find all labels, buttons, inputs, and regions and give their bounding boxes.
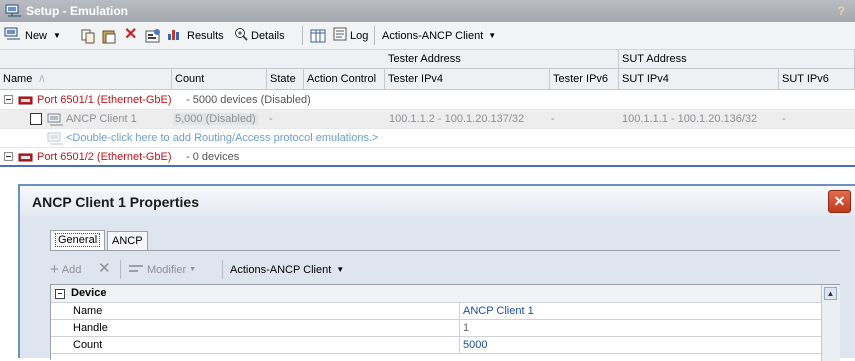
device-state: -	[269, 113, 273, 125]
details-button[interactable]: Details	[234, 27, 285, 44]
column-header-count[interactable]: Count	[172, 69, 267, 90]
property-value: 1	[463, 322, 470, 334]
add-emulation-hint[interactable]: <Double-click here to add Routing/Access…	[66, 132, 378, 144]
tab-general[interactable]: General	[50, 230, 106, 250]
column-header-tester-ipv4[interactable]: Tester IPv4	[385, 69, 550, 90]
delete-icon[interactable]: ✕	[98, 259, 111, 277]
tab-ancp[interactable]: ANCP	[107, 231, 148, 251]
property-value[interactable]: ANCP Client 1	[463, 305, 534, 317]
dialog-title-bar: ANCP Client 1 Properties ✕	[20, 186, 855, 216]
property-row-name[interactable]: Name ANCP Client 1	[51, 303, 821, 320]
log-button[interactable]: Log	[333, 27, 368, 44]
property-name: Count	[73, 339, 103, 351]
property-name: Name	[73, 305, 103, 317]
chevron-down-icon: ▼	[189, 266, 197, 273]
collapse-toggle[interactable]	[4, 95, 13, 104]
device-name: ANCP Client 1	[66, 113, 137, 125]
results-icon	[166, 26, 184, 45]
chevron-down-icon: ▼	[53, 31, 61, 40]
tester-ipv6-value: -	[551, 113, 555, 125]
dialog-actions-ancp-client-menu[interactable]: Actions-ANCP Client ▼	[230, 261, 344, 278]
main-toolbar: New ▼ ✕ Results Details Log Actions-ANCP…	[0, 22, 855, 50]
section-row-device[interactable]: Device	[51, 285, 821, 303]
scroll-up-icon[interactable]: ▲	[824, 287, 837, 300]
device-icon	[47, 132, 65, 149]
sut-ipv4-value: 100.1.1.1 - 100.1.20.136/32	[622, 113, 758, 125]
modifier-button[interactable]: Modifier ▼	[128, 261, 196, 278]
plus-icon: +	[50, 261, 59, 278]
toolbar-separator	[222, 260, 223, 279]
add-emulation-hint-row[interactable]: <Double-click here to add Routing/Access…	[0, 129, 855, 148]
help-icon[interactable]: ?	[838, 4, 845, 18]
column-header-sut-ipv6[interactable]: SUT IPv6	[779, 69, 855, 90]
table-row[interactable]: ANCP Client 1 5,000 (Disabled) - 100.1.1…	[0, 110, 855, 129]
device-icon	[47, 113, 65, 130]
new-button[interactable]: New ▼	[4, 27, 61, 44]
new-device-icon	[4, 27, 22, 44]
columns-icon[interactable]	[310, 27, 326, 44]
sut-ipv6-value: -	[782, 113, 786, 125]
tab-divider	[50, 250, 840, 251]
tester-ipv4-value: 100.1.1.2 - 100.1.20.137/32	[389, 113, 525, 125]
window-title: Setup - Emulation	[26, 4, 128, 18]
delete-icon[interactable]: ✕	[124, 25, 137, 43]
toolbar-separator	[374, 26, 375, 45]
actions-ancp-client-menu[interactable]: Actions-ANCP Client ▼	[382, 27, 496, 44]
paste-icon[interactable]	[101, 27, 117, 44]
port-icon	[18, 95, 34, 109]
property-row-count[interactable]: Count 5000	[51, 337, 821, 354]
properties-dialog: ANCP Client 1 Properties ✕ General ANCP …	[18, 184, 855, 361]
close-button[interactable]: ✕	[828, 190, 851, 213]
dialog-toolbar: + Add ✕ Modifier ▼ Actions-ANCP Client ▼	[50, 254, 840, 282]
column-header-tester-ipv6[interactable]: Tester IPv6	[550, 69, 619, 90]
toolbar-separator	[120, 260, 121, 279]
property-name: Handle	[73, 322, 108, 334]
enable-checkbox[interactable]	[30, 113, 42, 125]
vertical-scrollbar[interactable]: ▲	[821, 285, 840, 361]
column-header-state[interactable]: State	[267, 69, 304, 90]
column-header-action-control[interactable]: Action Control	[304, 69, 385, 90]
port-label: Port 6501/2 (Ethernet-GbE)	[37, 151, 172, 163]
log-icon	[333, 27, 347, 44]
toolbar-separator	[302, 26, 303, 45]
copy-icon[interactable]	[80, 27, 96, 44]
add-button[interactable]: + Add	[50, 261, 81, 278]
property-value[interactable]: 5000	[463, 339, 487, 351]
column-divider	[459, 337, 460, 353]
collapse-toggle[interactable]	[55, 289, 65, 299]
chevron-down-icon: ▼	[488, 31, 497, 40]
device-count: 5,000 (Disabled)	[173, 113, 258, 125]
table-row[interactable]: Port 6501/2 (Ethernet-GbE) - 0 devices	[0, 148, 855, 167]
chevron-down-icon: ▼	[336, 265, 345, 274]
group-header-tester-address: Tester Address	[385, 50, 619, 69]
collapse-toggle[interactable]	[4, 152, 13, 161]
header-spacer	[0, 50, 385, 69]
column-divider	[459, 303, 460, 319]
port-label: Port 6501/1 (Ethernet-GbE)	[37, 94, 172, 106]
results-button[interactable]: Results	[166, 27, 224, 44]
property-row-handle[interactable]: Handle 1	[51, 320, 821, 337]
column-divider	[459, 320, 460, 336]
group-header-sut-address: SUT Address	[619, 50, 855, 69]
port-icon	[18, 152, 34, 166]
modifier-icon	[128, 262, 144, 277]
table-row[interactable]: Port 6501/1 (Ethernet-GbE) - 5000 device…	[0, 91, 855, 110]
dialog-title: ANCP Client 1 Properties	[32, 194, 200, 210]
window-title-bar: Setup - Emulation ?	[0, 0, 855, 22]
column-header-sut-ipv4[interactable]: SUT IPv4	[619, 69, 779, 90]
column-header-name[interactable]: Name /\	[0, 69, 172, 90]
section-label: Device	[71, 287, 107, 299]
magnifier-icon	[234, 27, 248, 44]
network-icon	[5, 4, 23, 21]
port-status: - 5000 devices (Disabled)	[186, 94, 311, 106]
sort-ascending-icon: /\	[39, 74, 45, 84]
property-grid: Device Name ANCP Client 1 Handle 1 Count…	[50, 284, 840, 361]
properties-icon[interactable]	[145, 27, 161, 44]
port-status: - 0 devices	[186, 151, 240, 163]
